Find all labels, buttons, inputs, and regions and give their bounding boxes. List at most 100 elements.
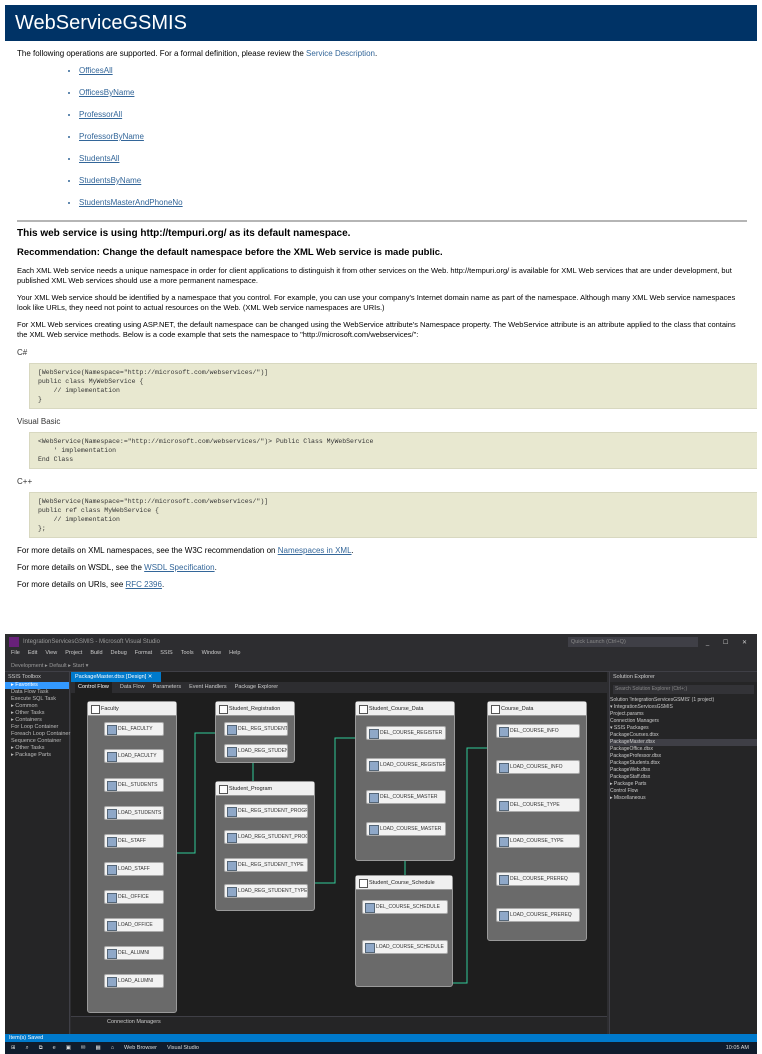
solution-item[interactable]: Solution 'IntegrationServicesGSMIS' (1 p… [610,697,757,704]
edge-icon[interactable]: e [53,1045,56,1051]
execute-sql-task[interactable]: LOAD_STAFF [104,862,164,876]
connection-managers-tab[interactable]: Connection Managers [71,1016,607,1034]
namespaces-in-xml-link[interactable]: Namespaces in XML [278,546,352,555]
execute-sql-task[interactable]: LOAD_REG_STUDENT_PROGRAM [224,830,308,844]
menu-debug[interactable]: Debug [111,650,127,660]
menu-edit[interactable]: Edit [28,650,37,660]
execute-sql-task[interactable]: DEL_ALUMNI [104,946,164,960]
operation-link[interactable]: OfficesByName [79,88,747,97]
execute-sql-task[interactable]: LOAD_COURSE_SCHEDULE [362,940,448,954]
tab-parameters[interactable]: Parameters [153,682,181,693]
toolbox-item[interactable]: Sequence Container [5,738,69,745]
tab-control-flow[interactable]: Control Flow [75,682,112,693]
toolbox-item[interactable]: Foreach Loop Container [5,731,70,738]
menu-tools[interactable]: Tools [181,650,194,660]
toolbox-item[interactable]: Data Flow Task [5,689,69,696]
sequence-container[interactable]: Faculty DEL_FACULTY LOAD_FACULTY DEL_STU… [87,701,177,1013]
execute-sql-task[interactable]: LOAD_ALUMNI [104,974,164,988]
mail-icon[interactable]: ✉ [81,1045,86,1051]
execute-sql-task[interactable]: LOAD_COURSE_TYPE [496,834,580,848]
tab-data-flow[interactable]: Data Flow [120,682,145,693]
wsdl-specification-link[interactable]: WSDL Specification [144,563,214,572]
execute-sql-task[interactable]: DEL_COURSE_INFO [496,724,580,738]
taskbar-browser[interactable]: Web Browser [124,1045,157,1051]
sequence-container[interactable]: Student_Registration DEL_REG_STUDENT_TYP… [215,701,295,763]
execute-sql-task[interactable]: LOAD_COURSE_PREREQ [496,908,580,922]
execute-sql-task[interactable]: DEL_COURSE_SCHEDULE [362,900,448,914]
vs-toolbar[interactable]: Development ▸ Default ▸ Start ▾ [5,660,757,672]
execute-sql-task[interactable]: DEL_STAFF [104,834,164,848]
toolbox-item[interactable]: ▸ Other Tasks [5,745,69,752]
menu-help[interactable]: Help [229,650,240,660]
quick-launch-input[interactable]: Quick Launch (Ctrl+Q) [567,637,698,647]
execute-sql-task[interactable]: DEL_REG_STUDENT_TYPE [224,722,288,736]
execute-sql-task[interactable]: LOAD_COURSE_INFO [496,760,580,774]
toolbox-item[interactable]: ▸ Favorites [5,682,69,689]
solution-item[interactable]: PackageMaster.dtsx [610,739,757,746]
toolbox-item[interactable]: Execute SQL Task [5,696,69,703]
taskbar-visual-studio[interactable]: Visual Studio [167,1045,199,1051]
execute-sql-task[interactable]: LOAD_COURSE_REGISTER [366,758,446,772]
toolbox-item[interactable]: ▸ Package Parts [5,752,69,759]
toolbox-item[interactable]: For Loop Container [5,724,69,731]
solution-search-input[interactable]: Search Solution Explorer (Ctrl+;) [613,685,754,694]
solution-item[interactable]: Control Flow [610,788,757,795]
operation-link[interactable]: StudentsAll [79,154,747,163]
search-icon[interactable]: ⌕ [26,1045,29,1052]
execute-sql-task[interactable]: DEL_FACULTY [104,722,164,736]
execute-sql-task[interactable]: LOAD_STUDENTS [104,806,164,820]
menu-project[interactable]: Project [65,650,82,660]
store-icon[interactable]: ▣ [66,1045,71,1051]
task-view-icon[interactable]: ⧉ [39,1045,43,1052]
execute-sql-task[interactable]: DEL_COURSE_MASTER [366,790,446,804]
solution-item[interactable]: ▾ SSIS Packages [610,725,757,732]
window-controls[interactable]: _ ☐ ✕ [706,639,753,646]
solution-item[interactable]: ▸ Package Parts [610,781,757,788]
sequence-container[interactable]: Student_Program DEL_REG_STUDENT_PROGRAM … [215,781,315,911]
menu-window[interactable]: Window [202,650,222,660]
sequence-container[interactable]: Course_Data DEL_COURSE_INFO LOAD_COURSE_… [487,701,587,941]
execute-sql-task[interactable]: DEL_REG_STUDENT_PROGRAM [224,804,308,818]
execute-sql-task[interactable]: LOAD_REG_STUDENT_TYPE [224,744,288,758]
menu-format[interactable]: Format [135,650,152,660]
document-tab[interactable]: PackageMaster.dtsx [Design] ✕ [71,672,161,682]
home-icon[interactable]: ⌂ [111,1045,114,1051]
execute-sql-task[interactable]: DEL_COURSE_PREREQ [496,872,580,886]
sequence-container[interactable]: Student_Course_Data DEL_COURSE_REGISTER … [355,701,455,861]
menu-view[interactable]: View [45,650,57,660]
execute-sql-task[interactable]: DEL_COURSE_REGISTER [366,726,446,740]
solution-item[interactable]: Project.params [610,711,757,718]
tab-event-handlers[interactable]: Event Handlers [189,682,227,693]
solution-item[interactable]: PackageWeb.dtsx [610,767,757,774]
solution-item[interactable]: PackageCourses.dtsx [610,732,757,739]
sequence-container[interactable]: Student_Course_Schedule DEL_COURSE_SCHED… [355,875,453,987]
operation-link[interactable]: StudentsByName [79,176,747,185]
menu-ssis[interactable]: SSIS [160,650,173,660]
start-icon[interactable]: ⊞ [11,1045,16,1051]
solution-item[interactable]: PackageProfessor.dtsx [610,753,757,760]
solution-item[interactable]: PackageStaff.dtsx [610,774,757,781]
menu-build[interactable]: Build [90,650,102,660]
execute-sql-task[interactable]: DEL_REG_STUDENT_TYPE [224,858,308,872]
rfc-2396-link[interactable]: RFC 2396 [125,580,161,589]
solution-item[interactable]: PackageOffice.dtsx [610,746,757,753]
execute-sql-task[interactable]: DEL_COURSE_TYPE [496,798,580,812]
app-icon[interactable]: ▦ [96,1045,101,1051]
toolbox-item[interactable]: ▸ Other Tasks [5,710,69,717]
operation-link[interactable]: ProfessorByName [79,132,747,141]
execute-sql-task[interactable]: LOAD_OFFICE [104,918,164,932]
execute-sql-task[interactable]: LOAD_FACULTY [104,749,164,763]
solution-item[interactable]: ▸ Miscellaneous [610,795,757,802]
operation-link[interactable]: OfficesAll [79,66,747,75]
solution-item[interactable]: Connection Managers [610,718,757,725]
service-description-link[interactable]: Service Description [306,49,375,58]
execute-sql-task[interactable]: LOAD_COURSE_MASTER [366,822,446,836]
execute-sql-task[interactable]: DEL_OFFICE [104,890,164,904]
toolbox-item[interactable]: ▸ Containers [5,717,69,724]
menu-file[interactable]: File [11,650,20,660]
execute-sql-task[interactable]: DEL_STUDENTS [104,778,164,792]
operation-link[interactable]: ProfessorAll [79,110,747,119]
execute-sql-task[interactable]: LOAD_REG_STUDENT_TYPE [224,884,308,898]
operation-link[interactable]: StudentsMasterAndPhoneNo [79,198,747,207]
solution-item[interactable]: PackageStudents.dtsx [610,760,757,767]
